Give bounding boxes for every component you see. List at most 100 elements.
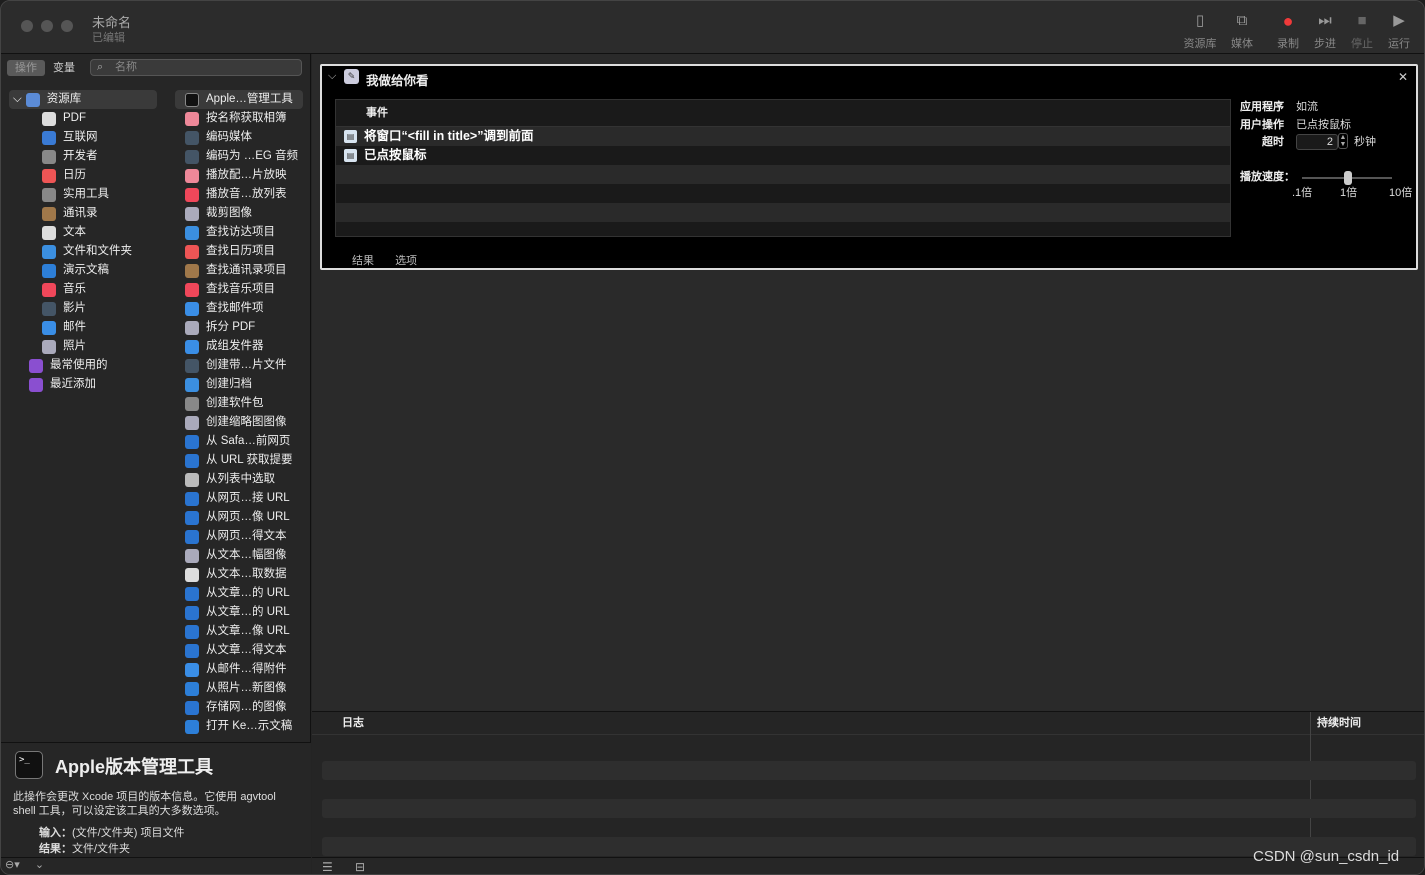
action-list-item[interactable]: 从网页…得文本: [175, 527, 303, 546]
action-tabs: 结果 选项: [352, 252, 435, 268]
step-button[interactable]: ⏭ 步进: [1305, 11, 1345, 51]
action-list-item[interactable]: 从文本…幅图像: [175, 546, 303, 565]
close-icon[interactable]: ✕: [1398, 70, 1408, 84]
action-menu-icon[interactable]: ⊖▾: [5, 859, 20, 871]
sidebar-item-category[interactable]: 最近添加: [9, 375, 157, 394]
log-column-header[interactable]: 日志: [342, 712, 364, 735]
action-list-item[interactable]: 创建带…片文件: [175, 356, 303, 375]
sidebar-item-label: 音乐: [63, 283, 86, 295]
action-list-item[interactable]: 创建归档: [175, 375, 303, 394]
sidebar-item-category[interactable]: 照片: [9, 337, 157, 356]
list-view-icon[interactable]: ☰: [322, 860, 333, 874]
action-list-item[interactable]: 查找邮件项: [175, 299, 303, 318]
action-list-item[interactable]: 查找日历项目: [175, 242, 303, 261]
timeout-unit: 秒钟: [1354, 136, 1376, 148]
action-list-item[interactable]: 创建软件包: [175, 394, 303, 413]
action-list-item[interactable]: 从网页…像 URL: [175, 508, 303, 527]
library-button[interactable]: ▯ 资源库: [1180, 11, 1220, 51]
search-input[interactable]: ⌕ 名称: [90, 59, 302, 76]
sidebar-item-category[interactable]: PDF: [9, 109, 157, 128]
sidebar-item-category[interactable]: 日历: [9, 166, 157, 185]
event-row[interactable]: ▤ 将窗口“<fill in title>”调到前面: [336, 127, 1230, 146]
action-label: 从列表中选取: [206, 473, 275, 485]
zoom-window-button[interactable]: [61, 20, 73, 32]
sidebar-item-label: 资源库: [46, 93, 82, 105]
action-list-item[interactable]: 成组发件器: [175, 337, 303, 356]
action-list-item[interactable]: 从 Safa…前网页: [175, 432, 303, 451]
tab-results[interactable]: 结果: [352, 255, 374, 267]
sidebar-item-label: 日历: [63, 169, 86, 181]
action-label: 存储网…的图像: [206, 701, 287, 713]
collapse-chevron-icon[interactable]: ⌵: [328, 70, 336, 83]
description-toggle-icon[interactable]: ⌄: [35, 859, 44, 871]
sidebar-item-category[interactable]: 通讯录: [9, 204, 157, 223]
tab-variables[interactable]: 变量: [45, 60, 83, 76]
action-label: Apple…管理工具: [206, 93, 293, 105]
timeout-stepper[interactable]: ▲ ▼: [1338, 133, 1348, 149]
run-button[interactable]: ▶ 运行: [1379, 11, 1419, 51]
action-list-item[interactable]: 从文章…的 URL: [175, 603, 303, 622]
action-list-item[interactable]: 从 URL 获取提要: [175, 451, 303, 470]
sidebar-item-category[interactable]: 开发者: [9, 147, 157, 166]
sidebar-item-category[interactable]: 互联网: [9, 128, 157, 147]
sidebar-item-category[interactable]: 文本: [9, 223, 157, 242]
action-list-item[interactable]: 查找访达项目: [175, 223, 303, 242]
disclosure-chevron-icon[interactable]: ⌵: [13, 90, 22, 109]
timeout-label: 超时: [1262, 136, 1284, 148]
duration-column-header[interactable]: 持续时间: [1317, 712, 1361, 735]
action-list-item[interactable]: 从文章…的 URL: [175, 584, 303, 603]
action-list-item[interactable]: 从网页…接 URL: [175, 489, 303, 508]
split-view-icon[interactable]: ⊟: [355, 860, 365, 874]
action-block[interactable]: ⌵ ✎ 我做给你看 ✕ 事件 ▤ 将窗口“<fill in title>”调到前面…: [320, 64, 1418, 270]
action-list-item[interactable]: Apple…管理工具: [175, 90, 303, 109]
action-list-item[interactable]: 存储网…的图像: [175, 698, 303, 717]
action-list-item[interactable]: 从照片…新图像: [175, 679, 303, 698]
action-label: 从文章…的 URL: [206, 606, 290, 618]
action-list-item[interactable]: 从邮件…得附件: [175, 660, 303, 679]
record-button[interactable]: ● 录制: [1268, 11, 1308, 51]
action-icon: [185, 719, 199, 734]
sidebar-item-category[interactable]: 文件和文件夹: [9, 242, 157, 261]
category-list: ⌵ 资源库 PDF 互联网 开发者日历实用工具 通讯录 文本 文件和文件夹 演示文稿音乐影片 邮件…: [9, 90, 157, 394]
action-icon: [185, 244, 199, 259]
media-button[interactable]: ⧉ 媒体: [1222, 11, 1262, 51]
action-list-item[interactable]: 打开 Ke…示文稿: [175, 717, 303, 736]
sidebar-item-category[interactable]: 邮件: [9, 318, 157, 337]
action-list-item[interactable]: 从文本…取数据: [175, 565, 303, 584]
action-label: 创建缩略图图像: [206, 416, 287, 428]
action-description: >_ Apple版本管理工具 此操作会更改 Xcode 项目的版本信息。它使用 …: [1, 742, 311, 857]
sidebar-item-category[interactable]: 影片: [9, 299, 157, 318]
close-window-button[interactable]: [21, 20, 33, 32]
action-list-item[interactable]: 编码媒体: [175, 128, 303, 147]
event-icon: ▤: [344, 149, 357, 162]
action-list-item[interactable]: 查找通讯录项目: [175, 261, 303, 280]
action-label: 打开 Ke…示文稿: [206, 720, 293, 732]
sidebar-item-label: 最常使用的: [50, 359, 108, 371]
timeout-field[interactable]: 2: [1296, 134, 1338, 150]
action-list-item[interactable]: 从列表中选取: [175, 470, 303, 489]
action-list-item[interactable]: 按名称获取相簿: [175, 109, 303, 128]
speed-slider-knob[interactable]: [1344, 171, 1352, 185]
sidebar-item-category[interactable]: 音乐: [9, 280, 157, 299]
action-list-item[interactable]: 裁剪图像: [175, 204, 303, 223]
sidebar-item-category[interactable]: ⌵ 资源库: [9, 90, 157, 109]
smart-folder-icon: [29, 377, 43, 392]
sidebar-item-category[interactable]: 最常使用的: [9, 356, 157, 375]
sidebar-item-category[interactable]: 演示文稿: [9, 261, 157, 280]
tab-actions[interactable]: 操作: [7, 60, 45, 76]
action-list-item[interactable]: 播放配…片放映: [175, 166, 303, 185]
action-list-item[interactable]: 从文章…像 URL: [175, 622, 303, 641]
action-list-item[interactable]: 播放音…放列表: [175, 185, 303, 204]
action-list-item[interactable]: 拆分 PDF: [175, 318, 303, 337]
action-list-item[interactable]: 编码为 …EG 音频: [175, 147, 303, 166]
action-list-item[interactable]: 查找音乐项目: [175, 280, 303, 299]
stop-button[interactable]: ■ 停止: [1342, 11, 1382, 51]
minimize-window-button[interactable]: [41, 20, 53, 32]
event-row[interactable]: ▤ 已点按鼠标: [336, 146, 1230, 165]
action-list-item[interactable]: 创建缩略图图像: [175, 413, 303, 432]
sidebar-item-category[interactable]: 实用工具: [9, 185, 157, 204]
action-icon: [185, 320, 199, 335]
action-list-item[interactable]: 从文章…得文本: [175, 641, 303, 660]
step-icon: ⏭: [1318, 12, 1332, 29]
tab-options[interactable]: 选项: [395, 255, 417, 267]
